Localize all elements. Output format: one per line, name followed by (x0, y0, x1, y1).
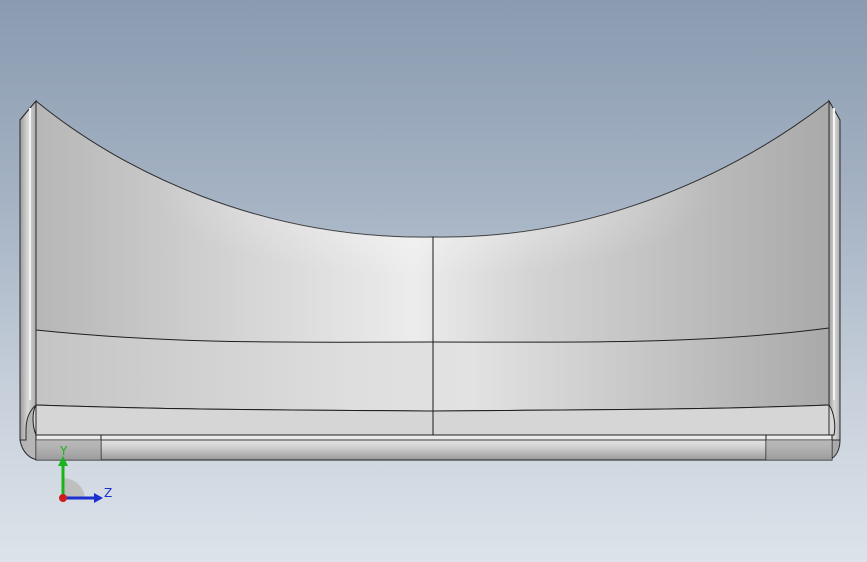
x-axis-dot (59, 494, 67, 502)
y-axis-label: Y (59, 444, 68, 458)
model-view[interactable]: Y Z (0, 0, 867, 562)
z-axis-arrowhead (94, 493, 103, 503)
base-right-pad (766, 440, 832, 460)
base-left-pad (36, 440, 101, 460)
triad-arc (63, 477, 85, 498)
left-flange[interactable] (19, 99, 37, 441)
z-axis-label: Z (104, 486, 112, 500)
base-plate[interactable] (35, 434, 833, 461)
graphics-viewport[interactable]: Y Z (0, 0, 867, 562)
